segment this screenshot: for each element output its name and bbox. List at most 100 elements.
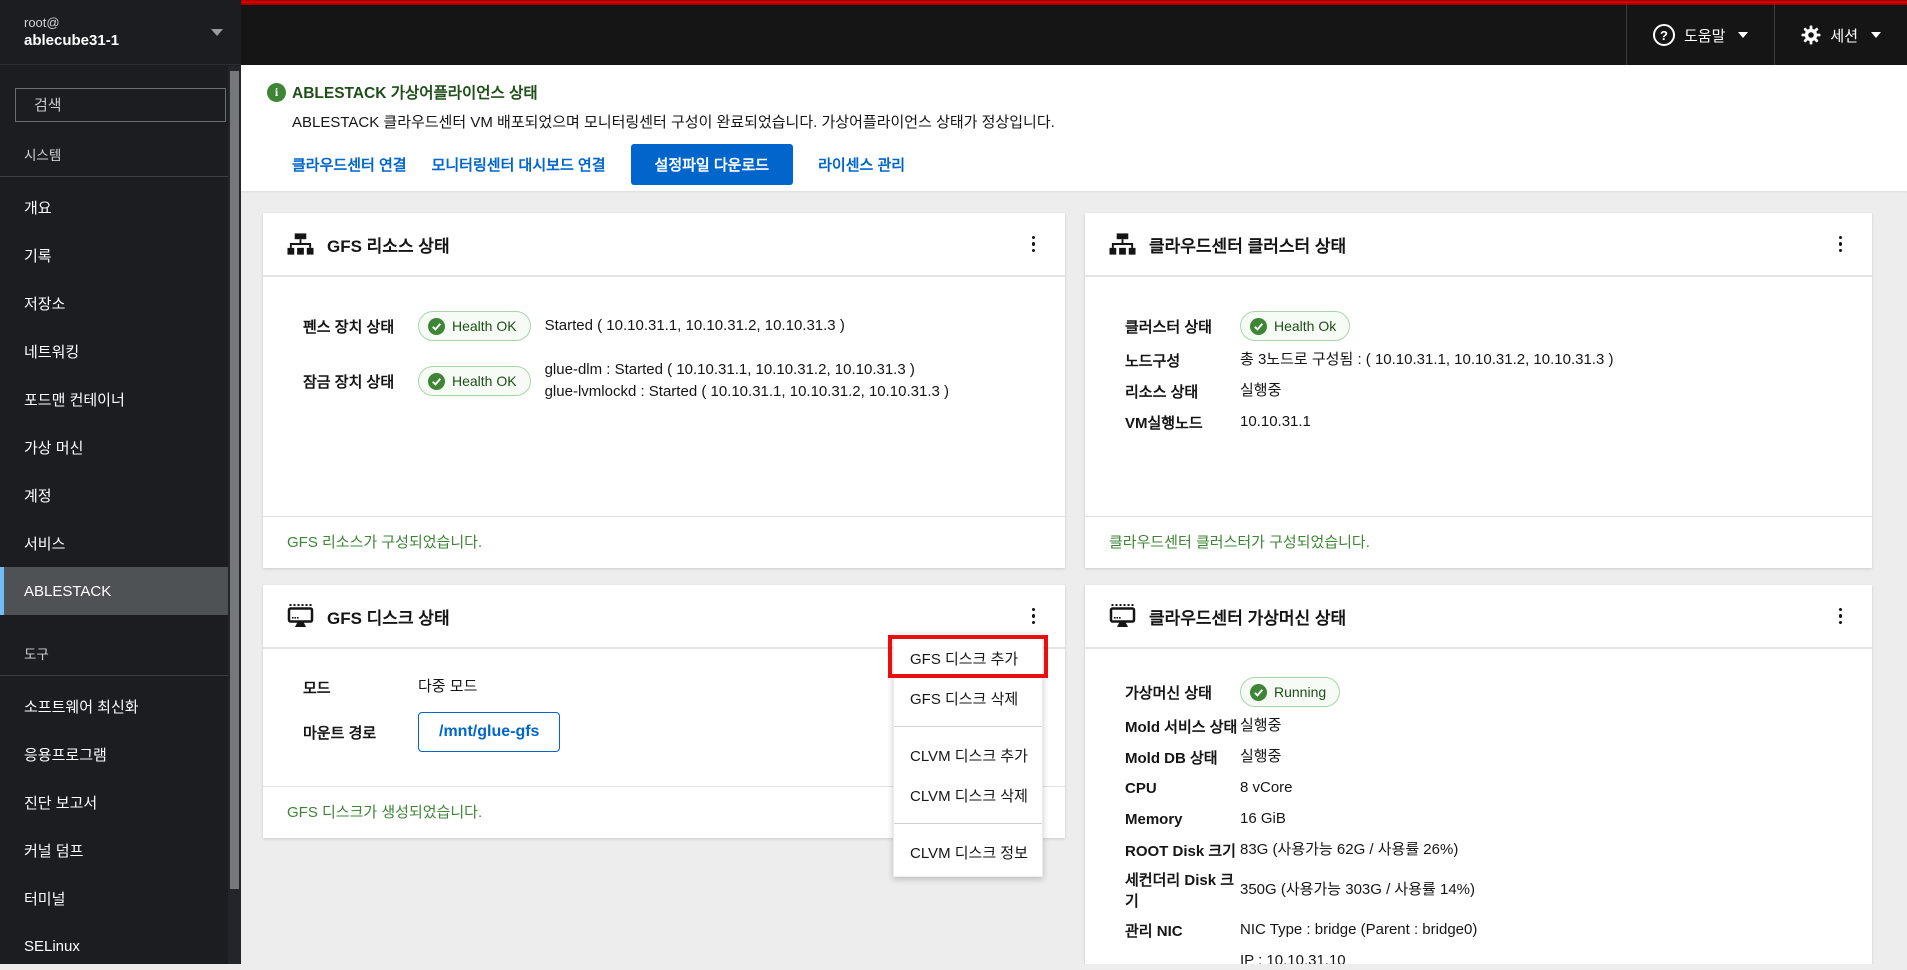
row-value: 실행중 xyxy=(1240,717,1282,734)
sidebar-item-applications[interactable]: 응용프로그램 xyxy=(0,730,241,778)
nav-section-tools: 도구 xyxy=(0,615,241,676)
session-menu-button[interactable]: 세션 xyxy=(1774,5,1907,65)
menu-divider xyxy=(894,726,1042,727)
menu-item-gfs-disk-add[interactable]: GFS 디스크 추가 xyxy=(894,638,1042,678)
main-content: ABLESTACK 가상어플라이언스 상태 ABLESTACK 클라우드센터 V… xyxy=(241,65,1907,964)
sidebar-item-terminal[interactable]: 터미널 xyxy=(0,874,241,922)
monitoring-dashboard-link[interactable]: 모니터링센터 대시보드 연결 xyxy=(432,154,606,175)
host-name: ablecube31-1 xyxy=(24,32,120,49)
row-value: 10.10.31.1 xyxy=(1240,413,1311,430)
sidebar-item-ablestack[interactable]: ABLESTACK xyxy=(0,567,241,615)
sidebar-item-logs[interactable]: 기록 xyxy=(0,231,241,279)
row-label: Mold 서비스 상태 xyxy=(1125,718,1238,736)
row-value: IP : 10.10.31.10 xyxy=(1240,952,1346,964)
sidebar-item-software-updates[interactable]: 소프트웨어 최신화 xyxy=(0,682,241,730)
banner-actions: 클라우드센터 연결 모니터링센터 대시보드 연결 설정파일 다운로드 라이센스 … xyxy=(292,143,1907,185)
row-value: 16 GiB xyxy=(1240,810,1286,827)
virtual-disk-monitor-icon xyxy=(287,604,314,627)
download-config-button[interactable]: 설정파일 다운로드 xyxy=(630,143,794,185)
virtual-machine-monitor-icon xyxy=(1109,604,1136,627)
cloudcenter-vm-card: 클라우드센터 가상머신 상태 가상머신 상태 Running Mold 서비스 … xyxy=(1085,585,1872,964)
kebab-menu-button[interactable] xyxy=(1831,230,1851,259)
sidebar-item-accounts[interactable]: 계정 xyxy=(0,471,241,519)
row-label: 가상머신 상태 xyxy=(1125,684,1212,702)
chevron-down-icon xyxy=(211,28,223,36)
row-value: 83G (사용가능 62G / 사용률 26%) xyxy=(1240,841,1459,858)
menu-item-clvm-disk-add[interactable]: CLVM 디스크 추가 xyxy=(894,735,1042,775)
host-user: root@ xyxy=(24,15,60,30)
sidebar-item-networking[interactable]: 네트워킹 xyxy=(0,327,241,375)
card-title: GFS 리소스 상태 xyxy=(327,236,450,256)
sidebar-item-diagnostic-reports[interactable]: 진단 보고서 xyxy=(0,778,241,826)
session-label: 세션 xyxy=(1830,27,1858,45)
check-circle-icon xyxy=(1250,317,1267,335)
sitemap-icon xyxy=(1109,232,1136,255)
card-footer-status: 클라우드센터 클러스터가 구성되었습니다. xyxy=(1085,516,1872,568)
sidebar-scrollbar-thumb[interactable] xyxy=(230,71,239,889)
menu-item-gfs-disk-delete[interactable]: GFS 디스크 삭제 xyxy=(894,678,1042,718)
row-label: 노드구성 xyxy=(1125,352,1181,370)
cloudcenter-cluster-card: 클라우드센터 클러스터 상태 클러스터 상태 Health Ok 노드구성 총 … xyxy=(1085,213,1872,568)
banner-description: ABLESTACK 클라우드센터 VM 배포되었으며 모니터링센터 구성이 완료… xyxy=(292,114,1055,131)
row-label: 세컨더리 Disk 크기 xyxy=(1125,872,1235,910)
row-label: 모드 xyxy=(303,679,331,697)
row-label: 잠금 장치 상태 xyxy=(303,373,395,391)
sidebar-search xyxy=(15,88,233,122)
card-title: 클라우드센터 클러스터 상태 xyxy=(1149,236,1347,256)
kebab-menu-button[interactable] xyxy=(1024,230,1044,259)
sidebar-scrollbar[interactable] xyxy=(228,66,241,964)
sidebar-item-selinux[interactable]: SELinux xyxy=(0,922,241,970)
card-footer-status: GFS 리소스가 구성되었습니다. xyxy=(263,516,1065,568)
health-status-badge: Health OK xyxy=(418,311,531,341)
gear-icon xyxy=(1801,25,1821,45)
row-value: 8 vCore xyxy=(1240,779,1293,796)
card-title: GFS 디스크 상태 xyxy=(327,608,450,628)
sidebar-nav: 시스템 개요 기록 저장소 네트워킹 포드맨 컨테이너 가상 머신 계정 서비스… xyxy=(0,122,241,970)
sidebar-item-kernel-dump[interactable]: 커널 덤프 xyxy=(0,826,241,874)
license-management-link[interactable]: 라이센스 관리 xyxy=(818,154,905,175)
menu-item-clvm-disk-info[interactable]: CLVM 디스크 정보 xyxy=(894,832,1042,872)
sidebar: root@ ablecube31-1 시스템 개요 기록 저장소 네트워킹 포드… xyxy=(0,0,241,964)
row-label: 관리 NIC xyxy=(1125,922,1183,940)
chevron-down-icon xyxy=(1738,32,1749,38)
sidebar-item-storage[interactable]: 저장소 xyxy=(0,279,241,327)
sidebar-item-virtual-machines[interactable]: 가상 머신 xyxy=(0,423,241,471)
row-label: 마운트 경로 xyxy=(303,724,377,742)
row-label: Mold DB 상태 xyxy=(1125,749,1218,767)
mount-path-button[interactable]: /mnt/glue-gfs xyxy=(418,712,561,752)
sidebar-item-podman-containers[interactable]: 포드맨 컨테이너 xyxy=(0,375,241,423)
kebab-menu-button[interactable] xyxy=(1831,602,1851,631)
health-status-badge: Health OK xyxy=(418,366,531,396)
check-circle-icon xyxy=(428,317,445,335)
row-label: 리소스 상태 xyxy=(1125,383,1199,401)
help-menu-button[interactable]: 도움말 xyxy=(1625,5,1774,65)
row-value: NIC Type : bridge (Parent : bridge0) xyxy=(1240,921,1478,938)
row-value: 350G (사용가능 303G / 사용률 14%) xyxy=(1240,881,1476,898)
nav-section-system: 시스템 xyxy=(0,122,241,177)
row-label: VM실행노드 xyxy=(1125,414,1203,432)
row-value: 총 3노드로 구성됨 : ( 10.10.31.1, 10.10.31.2, 1… xyxy=(1240,351,1614,368)
row-value: glue-dlm : Started ( 10.10.31.1, 10.10.3… xyxy=(544,361,950,400)
sidebar-item-overview[interactable]: 개요 xyxy=(0,183,241,231)
search-input[interactable] xyxy=(34,96,233,114)
menu-divider xyxy=(894,823,1042,824)
gfs-resource-card: GFS 리소스 상태 펜스 장치 상태 Health OK Started ( … xyxy=(263,213,1065,568)
masthead: 도움말 세션 xyxy=(241,0,1907,65)
row-label: 펜스 장치 상태 xyxy=(303,318,395,336)
row-value: 실행중 xyxy=(1240,748,1282,765)
status-banner: ABLESTACK 가상어플라이언스 상태 ABLESTACK 클라우드센터 V… xyxy=(241,65,1907,191)
sidebar-item-services[interactable]: 서비스 xyxy=(0,519,241,567)
cloudcenter-connect-link[interactable]: 클라우드센터 연결 xyxy=(292,154,407,175)
running-status-badge: Running xyxy=(1240,677,1341,707)
kebab-menu-button[interactable] xyxy=(1024,602,1044,631)
sitemap-icon xyxy=(287,232,314,255)
banner-title: ABLESTACK 가상어플라이언스 상태 xyxy=(292,85,538,102)
menu-item-clvm-disk-delete[interactable]: CLVM 디스크 삭제 xyxy=(894,775,1042,815)
host-switcher[interactable]: root@ ablecube31-1 xyxy=(0,0,241,65)
gfs-disk-context-menu: GFS 디스크 추가 GFS 디스크 삭제 CLVM 디스크 추가 CLVM 디… xyxy=(888,633,1048,877)
check-circle-icon xyxy=(1250,683,1267,701)
row-label: Memory xyxy=(1125,810,1183,828)
check-circle-icon xyxy=(428,372,445,390)
row-label: CPU xyxy=(1125,779,1157,797)
help-label: 도움말 xyxy=(1683,27,1726,45)
